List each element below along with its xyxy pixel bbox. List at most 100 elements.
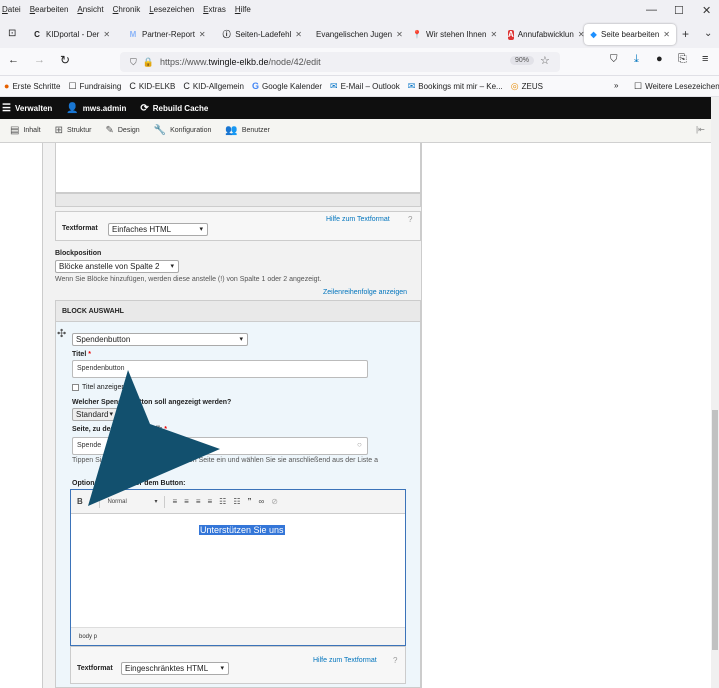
align-center-icon[interactable]: ≡ [184,497,189,506]
tab-kidportal[interactable]: C KIDportal - Der ✕ [26,24,120,45]
lock-icon[interactable]: 🔒 [143,57,154,68]
toggle-orientation-icon[interactable]: |⇤ [696,125,705,134]
download-icon[interactable]: ⤓ [634,53,639,66]
close-tab-icon[interactable]: ✕ [199,30,206,39]
menu-tools[interactable]: Extras [203,5,226,14]
rebuild-cache-button[interactable]: ⟳ Rebuild Cache [140,103,208,114]
which-button-select[interactable]: Standard [72,408,118,421]
tray-content[interactable]: ▤ Inhalt [10,125,41,136]
link-icon[interactable]: ∞ [259,497,265,506]
unlink-icon[interactable]: ⊘ [271,497,278,506]
blockquote-icon[interactable]: ” [248,497,252,506]
shield-icon[interactable]: ⛉ [130,57,137,68]
outlook-icon: ✉ [330,80,338,91]
bookmark-google-kalender[interactable]: G Google Kalender [252,81,322,91]
block-type-select[interactable]: Spendenbutton [72,333,248,346]
tab-seiten-ladefehler[interactable]: ⓘ Seiten-Ladefehl ✕ [216,24,308,45]
bookmark-zeus[interactable]: ◎ ZEUS [511,81,543,92]
body-textarea[interactable] [55,143,421,193]
bookmark-bookings[interactable]: ✉ Bookings mit mir – Ke... [408,81,503,92]
close-tab-icon[interactable]: ✕ [663,30,670,39]
textformat2-help-link[interactable]: Hilfe zum Textformat [313,657,377,664]
maximize-button[interactable]: ☐ [674,4,684,17]
bookmark-erste-schritte[interactable]: ● Erste Schritte [4,81,60,91]
close-tab-icon[interactable]: ✕ [490,30,497,39]
show-title-option[interactable]: Titel anzeigen [72,383,125,392]
menu-help[interactable]: Hilfe [235,5,251,14]
selected-text[interactable]: Unterstützen Sie uns [199,525,285,535]
tab-partner-report[interactable]: M Partner-Report ✕ [122,24,214,45]
bullet-list-icon[interactable]: ☷ [219,497,226,506]
user-icon: 👤 [66,102,79,114]
menu-edit[interactable]: Bearbeiten [30,5,69,14]
align-justify-icon[interactable]: ≡ [207,497,212,506]
tray-configuration[interactable]: 🔧 Konfiguration [154,125,212,136]
align-right-icon[interactable]: ≡ [196,497,201,506]
tab-annufabwicklung[interactable]: A Annufabwicklun ✕ [502,24,584,45]
format-select[interactable]: Normal [107,499,147,505]
row-weights-link[interactable]: Zeilenreihenfolge anzeigen [323,289,407,296]
chevron-down-icon[interactable]: ⌄ [704,28,712,39]
close-tab-icon[interactable]: ✕ [295,30,302,39]
drag-handle-icon[interactable]: ✣ [57,327,66,340]
forward-icon[interactable]: → [34,54,45,66]
file-icon: ▤ [10,125,20,136]
folder-icon: ☐ [68,80,77,91]
tab-list-icon[interactable]: ⊡ [8,28,16,39]
menu-view[interactable]: Ansicht [77,5,103,14]
minimize-button[interactable]: — [646,4,657,16]
autocomplete-icon: ○ [357,440,362,449]
more-bookmarks-icon[interactable]: » [614,81,618,90]
tab-seite-bearbeiten[interactable]: ◆ Seite bearbeiten ✕ [584,24,676,45]
blockposition-description: Wenn Sie Blöcke hinzufügen, werden diese… [55,276,322,283]
help-icon: ? [393,656,398,665]
tray-structure[interactable]: ⊞ Struktur [55,125,92,136]
bookmark-email-outlook[interactable]: ✉ E-Mail – Outlook [330,81,400,92]
close-window-button[interactable]: ✕ [702,4,711,17]
close-tab-icon[interactable]: ✕ [103,30,110,39]
user-menu[interactable]: 👤 mws.admin [66,103,126,114]
tray-users[interactable]: 👥 Benutzer [225,125,269,136]
hamburger-menu-icon[interactable]: ≡ [702,53,708,65]
blockposition-label: Blockposition [55,250,102,257]
title-input[interactable]: Spendenbutton [72,360,368,378]
bold-button[interactable]: B [77,497,83,506]
menu-history[interactable]: Chronik [113,5,141,14]
zoom-level[interactable]: 90% [510,56,535,65]
menu-bookmarks[interactable]: Lesezeichen [149,5,194,14]
bookmark-kid-allgemein[interactable]: C KID-Allgemein [183,81,244,91]
textformat-select[interactable]: Einfaches HTML [108,223,208,236]
url-bar[interactable]: ⛉ 🔒 https://www. twingle-elkb.de/node/42/… [120,52,560,72]
chevron-down-icon[interactable]: ▾ [154,498,157,505]
help-icon: ? [408,215,413,224]
textformat-help-link[interactable]: Hilfe zum Textformat [326,216,390,223]
blockposition-select[interactable]: Blöcke anstelle von Spalte 2 [55,260,179,273]
bookmark-weitere[interactable]: ☐ Weitere Lesezeichen [634,81,719,92]
menu-file[interactable]: Datei [2,5,21,14]
rich-text-editor: B I Normal ▾ ≡ ≡ ≡ ≡ ☷ ☷ ” ∞ ⊘ Unterstüt… [70,489,406,646]
editor-content[interactable]: Unterstützen Sie uns [71,514,405,628]
italic-button[interactable]: I [90,497,93,506]
tab-evangelischen-jugend[interactable]: Evangelischen Jugen ✕ [310,24,404,45]
manage-menu[interactable]: ☰ Verwalten [2,103,52,114]
bookmark-star-icon[interactable]: ☆ [540,54,550,67]
scrollbar-thumb[interactable] [712,410,718,650]
extensions-icon[interactable]: ⎘ [678,53,687,66]
tab-wir-stehen[interactable]: 📍 Wir stehen Ihnen ✕ [406,24,500,45]
back-icon[interactable]: ← [8,54,19,66]
show-title-checkbox[interactable] [72,384,79,391]
close-tab-icon[interactable]: ✕ [396,30,403,39]
reload-icon[interactable]: ↻ [60,53,70,67]
align-left-icon[interactable]: ≡ [172,497,177,506]
pocket-icon[interactable]: ⛉ [610,54,618,65]
zeus-icon: ◎ [510,80,519,91]
kid-icon: C [129,81,136,91]
account-icon[interactable]: ● [656,53,663,65]
link-target-input[interactable]: Spende [72,437,368,455]
bookmark-kid-elkb[interactable]: C KID-ELKB [129,81,175,91]
textformat2-select[interactable]: Eingeschränktes HTML [121,662,229,675]
tray-design[interactable]: ✎ Design [105,125,139,136]
numbered-list-icon[interactable]: ☷ [233,497,240,506]
bookmark-fundraising[interactable]: ☐ Fundraising [68,81,121,92]
new-tab-icon[interactable]: + [682,27,689,41]
